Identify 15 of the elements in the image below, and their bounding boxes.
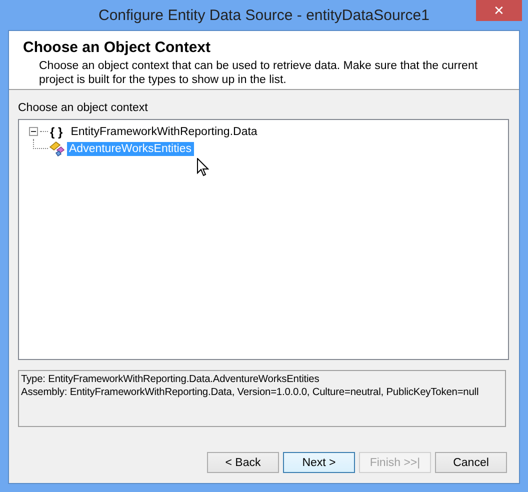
- window-title: Configure Entity Data Source - entityDataSource1: [98, 6, 430, 24]
- wizard-button[interactable]: Next >: [283, 452, 355, 473]
- namespace-icon: { }: [50, 124, 63, 138]
- page-heading: Choose an Object Context: [23, 39, 212, 56]
- class-icon: [48, 140, 66, 156]
- details-text: Assembly: EntityFrameworkWithReporting.Data, Version=1.0.0.0, Culture=neutral, PublicKeyToken=null: [21, 386, 480, 399]
- tree-label: Choose an object context: [18, 102, 149, 114]
- collapse-toggle-icon[interactable]: [29, 127, 38, 136]
- mouse-cursor-icon: [197, 158, 209, 177]
- page-description: Choose an object context that can be used to retrieve data. Make sure that the current project is built for the types to show up in the list.: [38, 59, 479, 87]
- close-button[interactable]: ✕: [476, 0, 522, 21]
- wizard-button[interactable]: < Back: [207, 452, 279, 473]
- tree-item[interactable]: EntityFrameworkWithReporting.Data: [68, 124, 260, 138]
- wizard-button[interactable]: Cancel: [435, 452, 507, 473]
- details-text: Type: EntityFrameworkWithReporting.Data.AdventureWorksEntities: [21, 373, 320, 386]
